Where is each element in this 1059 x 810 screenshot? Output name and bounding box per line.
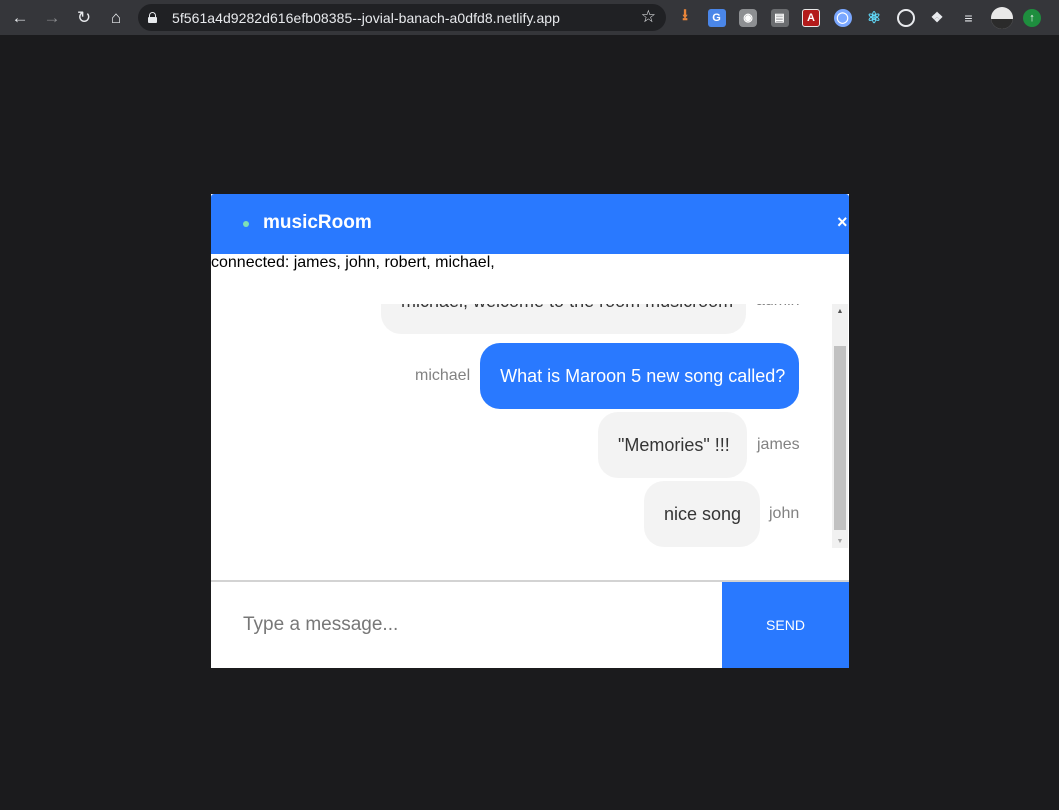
room-name: musicRoom	[263, 212, 372, 233]
message-sender: admin	[756, 304, 800, 310]
message-item: "Memories" !!! james	[598, 412, 800, 478]
home-icon[interactable]: ⌂	[102, 4, 130, 32]
message-sender: john	[769, 505, 800, 522]
bookmark-star-icon[interactable]: ☆	[641, 7, 656, 27]
chat-window: musicRoom × connected: james, john, robe…	[211, 194, 849, 668]
message-item: nice song john	[644, 481, 799, 547]
scroll-down-arrow-icon[interactable]: ▼	[832, 534, 848, 548]
message-sender: michael	[415, 367, 471, 384]
url-text[interactable]: 5f561a4d9282d616efb08385--jovial-banach-…	[172, 10, 560, 26]
forward-arrow-icon[interactable]: →	[38, 4, 66, 32]
target-icon[interactable]	[896, 8, 915, 27]
extensions-puzzle-icon[interactable]: ❖	[928, 9, 946, 27]
message-bubble: michael, welcome to the room musicroom	[381, 304, 746, 334]
close-icon[interactable]: ×	[837, 212, 848, 233]
browser-toolbar: ← → ↻ ⌂ 5f561a4d9282d616efb08385--jovial…	[0, 0, 1059, 35]
profile-avatar[interactable]	[991, 6, 1013, 29]
react-devtools-icon[interactable]: ⚛	[865, 9, 883, 27]
update-icon[interactable]: ↑	[1023, 8, 1041, 27]
message-item: michael, welcome to the room musicroom a…	[381, 304, 800, 334]
screenshot-icon[interactable]: ▤	[770, 8, 789, 27]
chat-header: musicRoom ×	[211, 194, 849, 254]
download-icon[interactable]: ⭳	[676, 7, 694, 27]
pdf-icon[interactable]: A	[802, 8, 820, 27]
message-bubble: "Memories" !!!	[598, 412, 747, 478]
back-arrow-icon[interactable]: ←	[6, 4, 34, 32]
message-list[interactable]: michael, welcome to the room musicroom a…	[211, 304, 849, 548]
ring-extension-icon[interactable]: ◯	[833, 8, 852, 27]
message-bubble: What is Maroon 5 new song called?	[480, 343, 800, 409]
reading-queue-icon[interactable]: ≡	[960, 9, 978, 27]
reload-icon[interactable]: ↻	[70, 4, 98, 32]
translate-icon[interactable]: G	[707, 8, 726, 27]
message-bubble: nice song	[644, 481, 760, 547]
message-sender: james	[757, 436, 800, 453]
message-item: michael What is Maroon 5 new song called…	[415, 343, 800, 409]
extensions-bar: ⭳ G ◉ ▤ A ◯ ⚛ ❖ ≡ ↑	[676, 5, 1041, 30]
lock-icon[interactable]	[148, 12, 157, 23]
scrollbar-thumb[interactable]	[834, 346, 846, 530]
message-scrollbar[interactable]: ▲ ▼	[832, 304, 848, 548]
online-indicator-icon	[243, 221, 249, 227]
send-button[interactable]: SEND	[722, 582, 849, 668]
address-bar[interactable]: 5f561a4d9282d616efb08385--jovial-banach-…	[138, 4, 666, 31]
connected-users: connected: james, john, robert, michael,	[211, 254, 495, 271]
scroll-up-arrow-icon[interactable]: ▲	[832, 304, 848, 318]
message-input[interactable]	[211, 582, 722, 668]
lighthouse-icon[interactable]: ◉	[739, 8, 757, 27]
